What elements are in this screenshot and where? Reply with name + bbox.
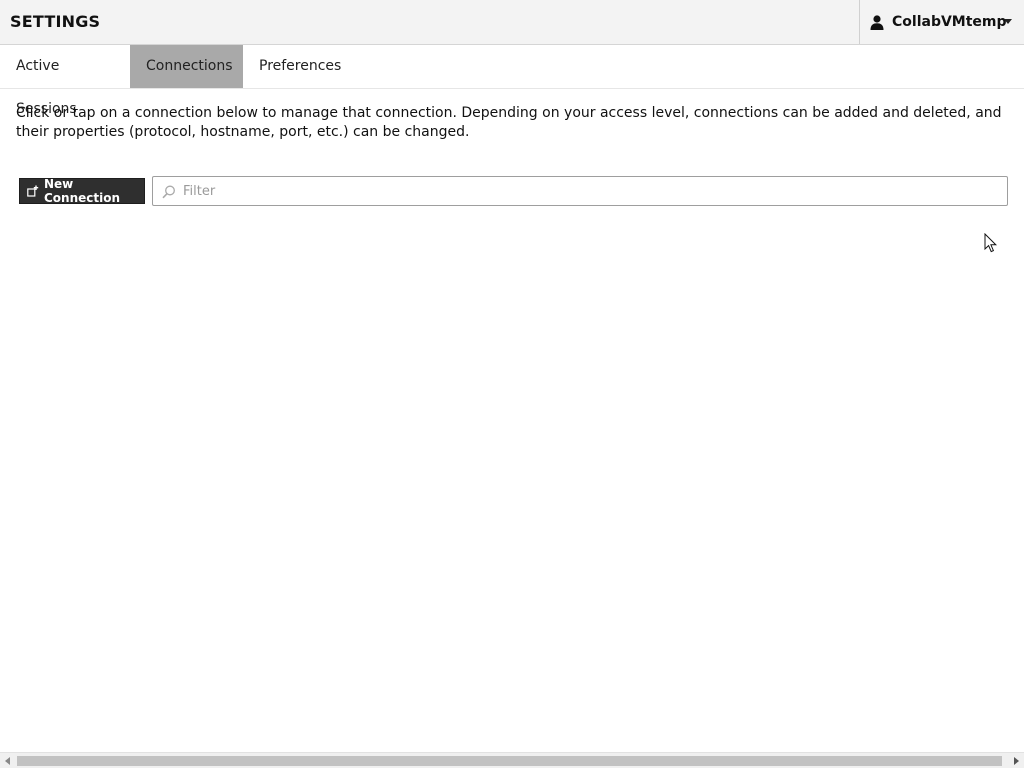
connections-description: Click or tap on a connection below to ma… bbox=[16, 105, 1002, 140]
mouse-pointer-icon bbox=[984, 232, 998, 253]
scroll-right-icon[interactable] bbox=[1014, 757, 1019, 765]
horizontal-scrollbar[interactable] bbox=[0, 752, 1024, 768]
filter-input[interactable] bbox=[183, 183, 983, 199]
tab-preferences[interactable]: Preferences bbox=[243, 45, 353, 88]
new-connection-label: New Connection bbox=[44, 177, 121, 205]
chevron-down-icon bbox=[1004, 19, 1012, 24]
user-menu-button[interactable]: CollabVMtemp bbox=[859, 0, 1024, 44]
tab-connections[interactable]: Connections bbox=[130, 45, 243, 88]
settings-header: SETTINGS CollabVMtemp bbox=[0, 0, 1024, 45]
settings-tabs: Active Sessions Connections Preferences bbox=[0, 45, 1024, 117]
scrollbar-thumb[interactable] bbox=[17, 756, 1002, 766]
search-icon bbox=[162, 184, 176, 199]
scroll-left-icon[interactable] bbox=[5, 757, 10, 765]
user-icon bbox=[870, 14, 884, 30]
filter-field[interactable] bbox=[152, 176, 1008, 206]
tab-active-sessions[interactable]: Active Sessions bbox=[0, 45, 130, 117]
add-connection-icon bbox=[27, 185, 39, 197]
page-title: SETTINGS bbox=[10, 12, 101, 31]
new-connection-button[interactable]: New Connection bbox=[19, 177, 145, 205]
user-name: CollabVMtemp bbox=[892, 14, 1007, 30]
